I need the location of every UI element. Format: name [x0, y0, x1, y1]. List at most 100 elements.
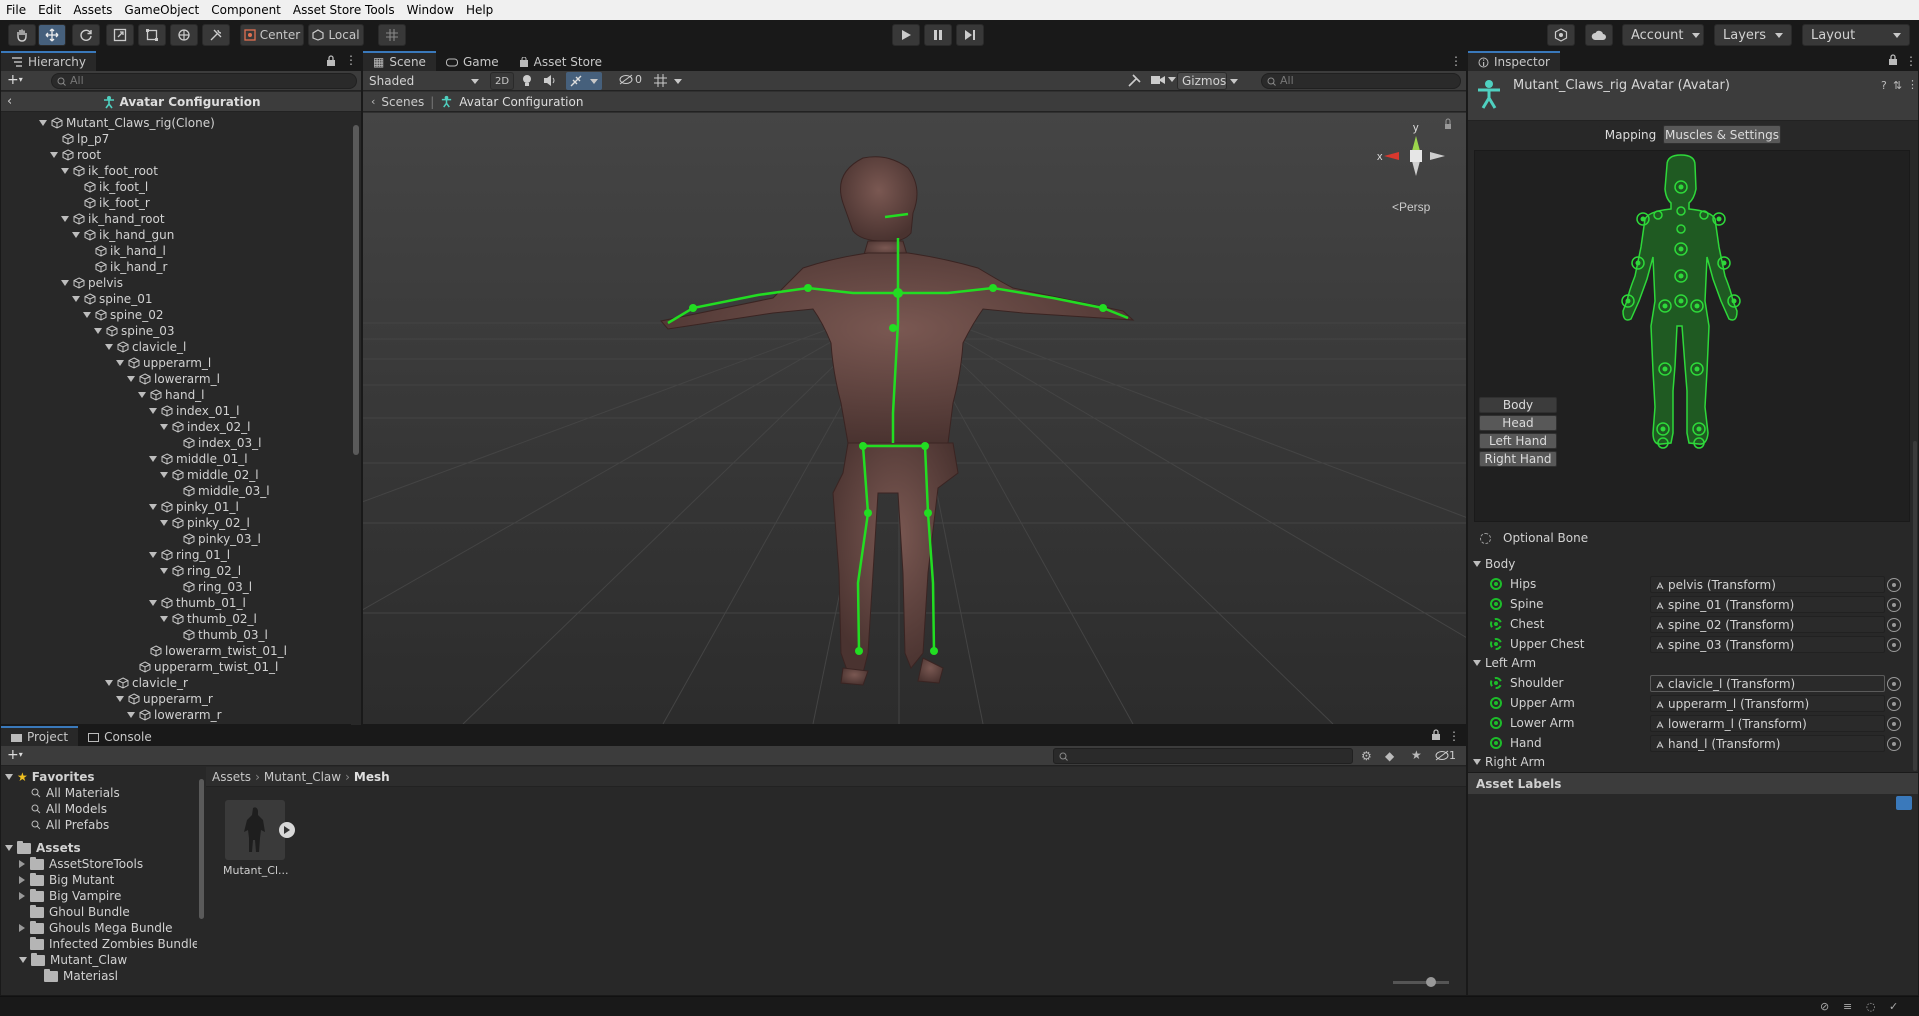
expand-arrow-icon[interactable]	[127, 376, 135, 382]
expand-arrow-icon[interactable]	[72, 296, 80, 302]
hierarchy-item[interactable]: ring_01_l	[149, 547, 230, 563]
hierarchy-scrollbar[interactable]	[351, 113, 361, 725]
hierarchy-item[interactable]: upperarm_r	[116, 691, 213, 707]
hierarchy-item[interactable]: lowerarm_twist_01_l	[138, 643, 287, 659]
expand-arrow-icon[interactable]	[39, 120, 47, 126]
tab-project[interactable]: Project	[1, 726, 79, 746]
expand-arrow-icon[interactable]	[61, 280, 69, 286]
hierarchy-item[interactable]: index_03_l	[171, 435, 261, 451]
hierarchy-item[interactable]: index_01_l	[149, 403, 239, 419]
2d-toggle-button[interactable]: 2D	[490, 72, 514, 90]
body-part-button-head[interactable]: Head	[1479, 415, 1557, 431]
zoom-slider[interactable]	[1393, 977, 1449, 987]
hidden-packages-toggle[interactable]: 1	[1435, 749, 1456, 762]
expand-arrow-icon[interactable]	[50, 152, 58, 158]
scene-search-input[interactable]: All	[1261, 73, 1461, 89]
hierarchy-item[interactable]: ik_hand_root	[61, 211, 165, 227]
expand-arrow-icon[interactable]	[72, 232, 80, 238]
hierarchy-item[interactable]: ik_hand_gun	[72, 227, 174, 243]
hierarchy-item[interactable]: ik_hand_r	[83, 259, 167, 275]
menu-component[interactable]: Component	[205, 3, 287, 17]
expand-arrow-icon[interactable]	[149, 552, 157, 558]
hierarchy-item[interactable]: lowerarm_l	[127, 371, 220, 387]
hierarchy-item[interactable]: middle_03_l	[171, 483, 270, 499]
scale-tool-button[interactable]	[106, 24, 134, 46]
tab-hierarchy[interactable]: Hierarchy	[1, 51, 97, 71]
custom-tool-button[interactable]	[202, 24, 230, 46]
menu-edit[interactable]: Edit	[32, 3, 67, 17]
object-picker-icon[interactable]	[1887, 598, 1901, 612]
body-part-button-left-hand[interactable]: Left Hand	[1479, 433, 1557, 449]
project-folder[interactable]: Materiasl	[33, 968, 118, 984]
avatar-body-map[interactable]: Body Head Left Hand Right Hand	[1474, 150, 1910, 522]
hierarchy-item[interactable]: upperarm_twist_01_l	[127, 659, 278, 675]
expand-arrow-icon[interactable]	[149, 456, 157, 462]
body-part-button-body[interactable]: Body	[1479, 397, 1557, 413]
more-menu-icon[interactable]: ⋮	[345, 54, 357, 67]
object-picker-icon[interactable]	[1887, 697, 1901, 711]
collapse-arrow-icon[interactable]	[19, 876, 25, 884]
expand-arrow-icon[interactable]	[94, 328, 102, 334]
tools-toggle[interactable]	[1128, 74, 1141, 90]
bone-transform-field[interactable]: upperarm_l (Transform)	[1650, 695, 1885, 712]
favorite-item[interactable]: All Materials	[31, 785, 120, 801]
hierarchy-item[interactable]: root	[50, 147, 101, 163]
lock-icon[interactable]	[1431, 729, 1441, 744]
bone-transform-field[interactable]: spine_01 (Transform)	[1650, 596, 1885, 613]
tab-console[interactable]: Console	[78, 726, 162, 746]
tab-scene[interactable]: ▦ Scene	[363, 51, 436, 71]
expand-arrow-icon[interactable]	[149, 600, 157, 606]
more-menu-icon[interactable]: ⋮	[1450, 54, 1462, 68]
scrollbar-thumb[interactable]	[1913, 441, 1917, 771]
cache-icon[interactable]: ≡	[1843, 1000, 1852, 1013]
assets-root[interactable]: Assets	[5, 840, 81, 856]
expand-arrow-icon[interactable]	[61, 216, 69, 222]
chevron-down-icon[interactable]	[674, 79, 682, 84]
hierarchy-item[interactable]: lp_p7	[50, 131, 109, 147]
scrollbar-thumb[interactable]	[353, 125, 359, 455]
object-picker-icon[interactable]	[1887, 717, 1901, 731]
back-arrow-icon[interactable]: ‹	[371, 95, 375, 108]
grid-toggle[interactable]	[654, 74, 667, 90]
star-icon[interactable]: ★	[1411, 748, 1422, 762]
expand-arrow-icon[interactable]	[160, 472, 168, 478]
scrollbar-thumb[interactable]	[199, 779, 204, 919]
favorite-item[interactable]: All Models	[31, 801, 107, 817]
menu-gameobject[interactable]: GameObject	[118, 3, 205, 17]
hierarchy-item[interactable]: ik_foot_root	[61, 163, 158, 179]
checkmark-icon[interactable]: ✓	[1889, 1000, 1898, 1013]
project-folder[interactable]: Ghouls Mega Bundle	[19, 920, 173, 936]
hidden-objects-toggle[interactable]: 0	[619, 73, 642, 86]
hierarchy-item[interactable]: spine_01	[72, 291, 152, 307]
mesh-asset-thumbnail[interactable]	[225, 800, 285, 860]
collab-button[interactable]	[1547, 24, 1575, 46]
play-button[interactable]	[892, 24, 920, 46]
expand-arrow-icon[interactable]	[61, 168, 69, 174]
expand-arrow-icon[interactable]	[160, 520, 168, 526]
expand-arrow-icon[interactable]	[116, 696, 124, 702]
hierarchy-item[interactable]: pinky_01_l	[149, 499, 239, 515]
layers-dropdown[interactable]: Layers	[1714, 24, 1792, 46]
expand-arrow-icon[interactable]	[160, 616, 168, 622]
gizmos-dropdown[interactable]: Gizmos	[1177, 72, 1239, 90]
audio-toggle[interactable]	[543, 74, 557, 90]
tab-asset-store[interactable]: Asset Store	[508, 51, 613, 71]
hierarchy-item[interactable]: Mutant_Claws_rig(Clone)	[39, 115, 215, 131]
hierarchy-item[interactable]: ik_foot_r	[72, 195, 150, 211]
bone-transform-field[interactable]: pelvis (Transform)	[1650, 576, 1885, 593]
layout-dropdown[interactable]: Layout	[1802, 24, 1910, 46]
lock-icon[interactable]	[1888, 54, 1898, 69]
asset-labels-header[interactable]: Asset Labels	[1468, 772, 1918, 794]
hierarchy-item[interactable]: ring_03_l	[171, 579, 252, 595]
mapping-tab[interactable]: Mapping	[1598, 125, 1663, 144]
hierarchy-item[interactable]: middle_01_l	[149, 451, 248, 467]
hierarchy-item[interactable]: pinky_02_l	[160, 515, 250, 531]
search-by-label-icon[interactable]: ◆	[1385, 749, 1394, 763]
preset-icon[interactable]: ⇅	[1893, 79, 1902, 92]
back-arrow-icon[interactable]: ‹	[7, 94, 12, 109]
hierarchy-item[interactable]: clavicle_r	[105, 675, 188, 691]
slider-thumb[interactable]	[1426, 977, 1436, 987]
object-picker-icon[interactable]	[1887, 638, 1901, 652]
menu-window[interactable]: Window	[401, 3, 460, 17]
search-by-type-icon[interactable]: ⚙	[1361, 749, 1372, 763]
